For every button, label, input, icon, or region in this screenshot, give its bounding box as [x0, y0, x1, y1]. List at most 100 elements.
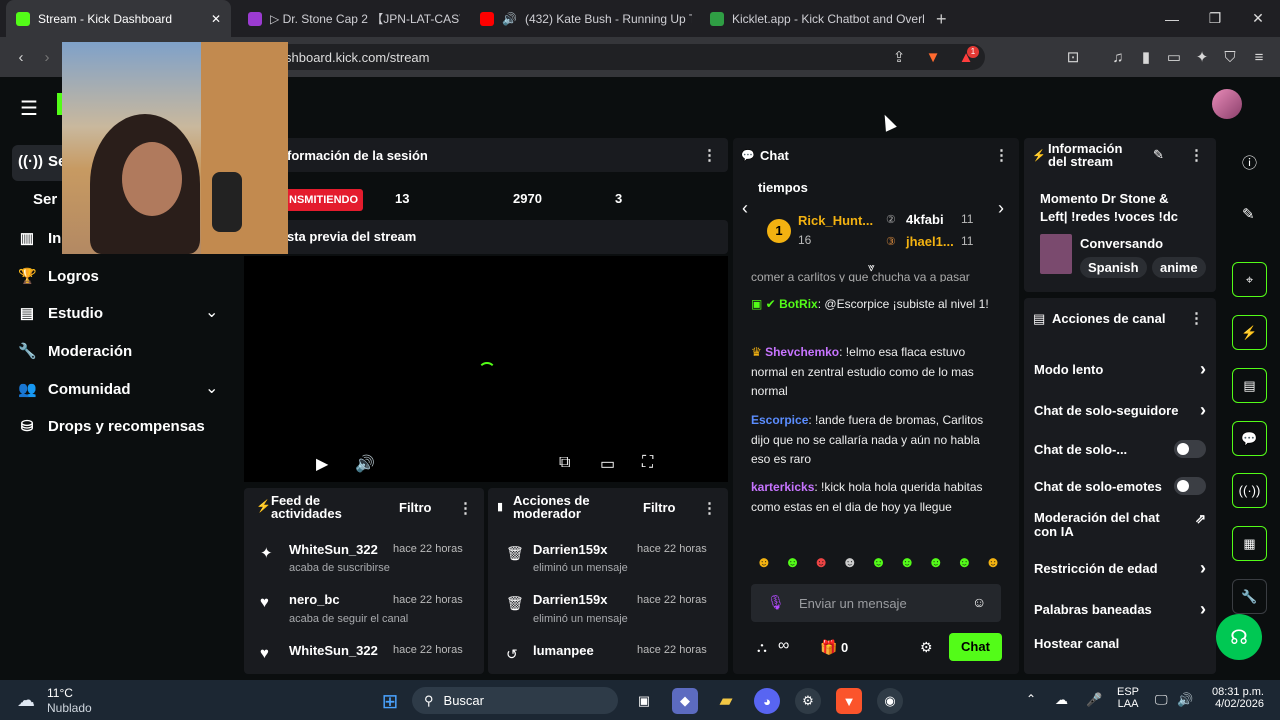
leader-name[interactable]: jhael1...	[906, 234, 954, 249]
emote-icon[interactable]: ☻	[871, 554, 887, 576]
points-icon[interactable]: ⛬	[757, 639, 767, 656]
brave-browser-icon[interactable]: ▼	[836, 688, 862, 714]
sidebar-item-ser[interactable]: Ser	[33, 191, 57, 208]
send-chat-button[interactable]: Chat	[949, 633, 1002, 661]
emote-icon[interactable]: ☻	[956, 554, 972, 576]
mod-item-name[interactable]: Darrien159x	[533, 592, 607, 607]
pip-icon[interactable]: ⧉	[559, 454, 570, 472]
tab-youtube[interactable]: 🔊 (432) Kate Bush - Running Up Tha	[470, 0, 692, 37]
emote-icon[interactable]: ☻	[928, 554, 944, 576]
chevron-down-icon[interactable]: ⌄	[205, 378, 218, 398]
slow-mode-row[interactable]: Modo lento ›	[1034, 359, 1206, 380]
play-icon[interactable]: ▶	[316, 454, 328, 474]
user-avatar[interactable]	[1212, 89, 1242, 119]
menu-icon[interactable]: ≡	[1248, 46, 1270, 68]
obs-icon[interactable]: ◉	[877, 688, 903, 714]
chat-username[interactable]: Shevchemko	[765, 345, 839, 359]
leader-name[interactable]: 4kfabi	[906, 212, 944, 227]
theater-mode-icon[interactable]: ▭	[600, 454, 615, 474]
mod-item-name[interactable]: Darrien159x	[533, 542, 607, 557]
screenshot-icon[interactable]: ⊡	[1062, 46, 1084, 68]
category-name[interactable]: Conversando	[1080, 236, 1163, 251]
task-view-icon[interactable]: ▣	[631, 688, 657, 714]
forward-icon[interactable]: ›	[36, 46, 58, 68]
settings-gear-icon[interactable]: ⚙	[920, 639, 933, 656]
sidebar-item-estudio[interactable]: ▤ Estudio	[18, 304, 103, 323]
emote-icon[interactable]: ☻	[785, 554, 801, 576]
sidebar-item-insights[interactable]: ▥ In	[18, 229, 61, 248]
mic-tray-icon[interactable]: 🎤	[1086, 692, 1102, 708]
kebab-menu-icon[interactable]: ⋮	[994, 146, 1009, 164]
windows-start-icon[interactable]: ⊞	[377, 688, 403, 714]
vpn-icon[interactable]: ⛉	[1219, 46, 1241, 68]
chevron-up-icon[interactable]: ⌃	[1026, 692, 1036, 706]
url-input[interactable]: shboard.kick.com/stream	[245, 44, 985, 70]
feed-filter-button[interactable]: Filtro	[399, 500, 432, 515]
subscribers-only-toggle[interactable]	[1174, 440, 1206, 458]
emoji-icon[interactable]: ☺	[972, 594, 986, 610]
chevron-down-icon[interactable]: ⌄	[205, 302, 218, 322]
media-icon[interactable]: ♫	[1107, 46, 1129, 68]
sidebar-item-drops[interactable]: ⛁ Drops y recompensas	[18, 417, 205, 436]
sidebar-item-moderacion[interactable]: 🔧 Moderación	[18, 342, 132, 361]
gift-icon[interactable]: 🎁	[820, 639, 837, 656]
wallet-icon[interactable]: ▭	[1163, 46, 1185, 68]
app-icon[interactable]: ⚙	[795, 688, 821, 714]
chat-bubble-icon[interactable]: 💬	[1232, 421, 1267, 456]
host-channel-row[interactable]: Hostear canal	[1034, 636, 1206, 651]
kebab-menu-icon[interactable]: ⋮	[1189, 146, 1204, 164]
new-tab-button[interactable]: +	[936, 9, 947, 30]
emote-icon[interactable]: ☻	[813, 554, 829, 576]
maximize-button[interactable]: ❐	[1193, 0, 1237, 37]
kebab-menu-icon[interactable]: ⋮	[458, 499, 473, 517]
minimize-button[interactable]: —	[1150, 0, 1194, 37]
support-chat-icon[interactable]: ☊	[1216, 614, 1262, 660]
m365-icon[interactable]: ◆	[672, 688, 698, 714]
emote-icon[interactable]: ☻	[899, 554, 915, 576]
sidebar-item-comunidad[interactable]: 👥 Comunidad	[18, 380, 131, 399]
feed-item-name[interactable]: nero_bc	[289, 592, 340, 607]
sidebar-toggle-icon[interactable]: ▮	[1135, 46, 1157, 68]
back-icon[interactable]: ‹	[10, 46, 32, 68]
emote-icon[interactable]: ☻	[756, 554, 772, 576]
layout-icon[interactable]: ▦	[1232, 526, 1267, 561]
tab-kicklet[interactable]: Kicklet.app - Kick Chatbot and Overl	[700, 0, 925, 37]
document-icon[interactable]: ▤	[1232, 368, 1267, 403]
tab-dr-stone[interactable]: ▷ Dr. Stone Cap 2 【JPN-LAT-CAST】[	[238, 0, 460, 37]
chat-username[interactable]: karterkicks	[751, 480, 814, 494]
file-explorer-icon[interactable]: ▰	[713, 688, 739, 714]
discord-icon[interactable]: ◕	[754, 688, 780, 714]
clock[interactable]: 08:31 p.m. 4/02/2026	[1208, 686, 1264, 710]
emotes-only-toggle[interactable]	[1174, 477, 1206, 495]
mod-filter-button[interactable]: Filtro	[643, 500, 676, 515]
share-icon[interactable]: ⇪	[888, 46, 910, 68]
wrench-icon[interactable]: 🔧	[1232, 579, 1267, 614]
weather-temp[interactable]: 11°C	[47, 686, 73, 700]
tab-kick-dashboard[interactable]: Stream - Kick Dashboard ✕	[6, 0, 231, 37]
chat-username[interactable]: Escorpice	[751, 413, 808, 427]
brave-shield-icon[interactable]: ▼	[922, 46, 944, 68]
fullscreen-icon[interactable]: ⛶	[642, 454, 653, 472]
banned-words-row[interactable]: Palabras baneadas ›	[1034, 599, 1206, 620]
emote-icon[interactable]: ☻	[985, 554, 1001, 576]
mod-item-name[interactable]: lumanpee	[533, 643, 594, 658]
chevron-left-icon[interactable]: ‹	[742, 198, 748, 219]
kebab-menu-icon[interactable]: ⋮	[1189, 309, 1204, 327]
edit-pencil-icon[interactable]: ✎	[1242, 205, 1255, 223]
kebab-menu-icon[interactable]: ⋮	[702, 499, 717, 517]
chevron-right-icon[interactable]: ›	[998, 198, 1004, 219]
emote-icon[interactable]: ☻	[842, 554, 858, 576]
volume-icon[interactable]: 🔊	[1177, 692, 1193, 708]
edit-pencil-icon[interactable]: ✎	[1153, 147, 1164, 163]
age-restriction-row[interactable]: Restricción de edad ›	[1034, 558, 1206, 579]
scene-capture-icon[interactable]: ⌖	[1232, 262, 1267, 297]
ai-moderation-row[interactable]: Moderación del chat con IA ⇗	[1034, 511, 1206, 539]
leo-ai-icon[interactable]: ✦	[1191, 46, 1213, 68]
cloud-sync-icon[interactable]: ☁	[1055, 692, 1068, 708]
feed-item-name[interactable]: WhiteSun_322	[289, 643, 378, 658]
close-icon[interactable]: ✕	[211, 12, 221, 26]
kebab-menu-icon[interactable]: ⋮	[702, 146, 717, 164]
chat-username[interactable]: BotRix	[779, 297, 818, 311]
network-icon[interactable]: 🖵	[1155, 692, 1168, 708]
broadcast-icon[interactable]: ((·))	[1232, 473, 1267, 508]
